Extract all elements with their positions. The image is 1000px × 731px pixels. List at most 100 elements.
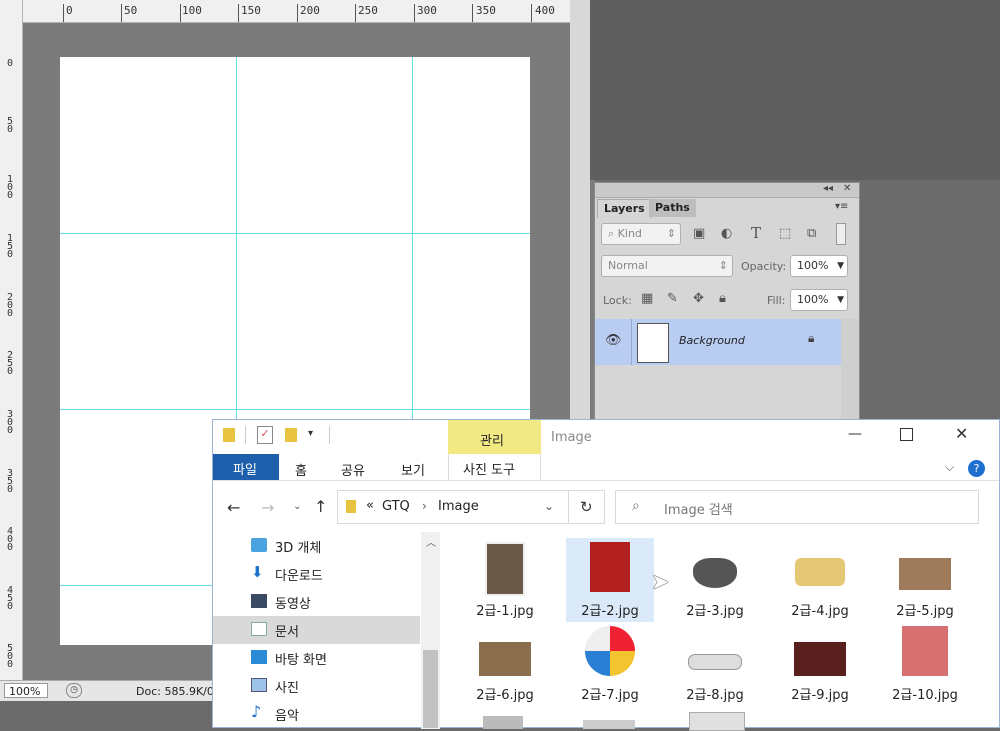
file-item[interactable]: 2급-1.jpg [461,538,549,622]
thumbnail-image [902,626,948,676]
refresh-icon: ↻ [580,498,593,516]
file-item[interactable]: 2급-4.jpg [776,538,864,622]
ruler-label: 50 [124,4,138,17]
filter-toggle[interactable] [836,223,846,245]
address-bar[interactable]: « GTQ › Image ⌄ [337,490,569,524]
maximize-icon[interactable] [900,428,913,441]
search-placeholder: Image 검색 [664,503,733,518]
expand-ribbon-icon[interactable]: ⌵ [945,460,954,475]
tab-view[interactable]: 보기 [401,460,425,479]
new-folder-icon[interactable] [285,428,297,442]
file-item[interactable]: 2급-8.jpg [671,622,759,706]
nav-item-documents[interactable]: 문서 [213,616,420,644]
panel-menu-icon[interactable]: ▾≡ [835,201,848,212]
forward-arrow-icon[interactable]: → [261,498,274,517]
search-box[interactable]: ⌕ Image 검색 [615,490,979,524]
scrollbar-thumb[interactable] [423,650,438,728]
close-icon[interactable]: ✕ [955,424,968,443]
smart-object-filter-icon[interactable]: ⧉ [807,226,816,241]
refresh-button[interactable]: ↻ [569,490,605,524]
thumbnail-image [590,542,630,592]
image-filter-icon[interactable]: ▣ [693,226,705,241]
tab-picture-tools[interactable]: 사진 도구 [448,454,541,480]
fill-input[interactable]: 100% ▼ [790,289,848,311]
breadcrumb-gtq[interactable]: GTQ [382,499,410,514]
help-icon[interactable]: ? [968,460,985,477]
layers-panel: ◂◂ ✕ Layers Paths ▾≡ ⌕ Kind ⇕ ▣ ◐ T ⬚ ⧉ … [594,182,860,424]
minimize-icon[interactable]: — [848,426,862,442]
quick-access-dropdown-icon[interactable]: ▾ [308,428,313,439]
file-item[interactable]: 2급-10.jpg [881,622,969,706]
chevron-down-icon[interactable]: ⌄ [544,499,554,513]
opacity-input[interactable]: 100% ▼ [790,255,848,277]
file-item[interactable]: 2급-3.jpg [671,538,759,622]
collapse-icon[interactable]: ◂◂ [823,183,833,194]
manage-tab[interactable]: 관리 [448,420,541,454]
nav-item-downloads[interactable]: ⬇ 다운로드 [213,560,420,588]
blend-mode-select[interactable]: Normal ⇕ [601,255,733,277]
thumbnail-image [693,558,737,588]
lock-all-icon[interactable]: 🔒︎ [719,291,726,306]
horizontal-ruler[interactable]: 0 50 100 150 200 250 300 350 400 [0,0,570,23]
file-item[interactable]: 2급-6.jpg [461,622,549,706]
close-icon[interactable]: ✕ [843,183,851,194]
lock-pixels-icon[interactable]: ▦ [641,291,653,306]
type-filter-icon[interactable]: T [751,224,761,242]
scroll-up-icon[interactable]: ︿ [426,534,436,549]
ruler-label: 400 [6,526,14,553]
file-item-selected[interactable]: 2급-2.jpg [566,538,654,622]
file-item[interactable]: 2급-5.jpg [881,538,969,622]
ruler-label: 400 [535,4,555,17]
ruler-label: 350 [476,4,496,17]
up-arrow-icon[interactable]: ↑ [314,497,327,516]
nav-item-videos[interactable]: 동영상 [213,588,420,616]
nav-item-desktop[interactable]: 바탕 화면 [213,644,420,672]
nav-item-pictures[interactable]: 사진 [213,672,420,700]
thumbnail-image [688,654,742,670]
ruler-label: 0 [6,58,14,69]
tab-file[interactable]: 파일 [213,454,279,480]
thumbnail-image [479,642,531,676]
window-title: Image [551,430,592,445]
thumbnail-image [794,642,846,676]
guide-line[interactable] [60,409,530,410]
layer-lock-icon: 🔒︎ [808,331,815,345]
nav-item-3d-objects[interactable]: 3D 개체 [213,532,420,560]
doc-info: Doc: 585.9K/0 [136,685,214,698]
breadcrumb-overflow[interactable]: « [366,498,374,513]
shape-filter-icon[interactable]: ⬚ [779,226,791,241]
zoom-field[interactable]: 100% [4,683,48,698]
adjustment-filter-icon[interactable]: ◐ [721,226,732,241]
nav-scrollbar[interactable]: ︿ [421,532,440,729]
ruler-label: 500 [6,643,14,670]
ruler-label: 300 [6,409,14,436]
tab-share[interactable]: 공유 [341,460,365,479]
filter-kind-select[interactable]: ⌕ Kind ⇕ [601,223,681,245]
visibility-eye-icon[interactable]: 👁︎ [605,333,622,348]
tab-paths[interactable]: Paths [649,199,696,217]
status-menu-icon[interactable]: ◷ [66,683,82,698]
nav-item-music[interactable]: ♪ 음악 [213,700,420,728]
tab-layers[interactable]: Layers [597,199,652,218]
properties-icon[interactable]: ✓ [257,426,273,444]
lock-paint-icon[interactable]: ✎ [667,291,678,306]
panel-dock-background [590,0,1000,180]
tab-home[interactable]: 홈 [295,460,307,479]
layers-scrollbar[interactable] [841,319,859,423]
thumbnail-image [485,542,525,596]
vertical-ruler[interactable]: 0 50 100 150 200 250 300 350 400 450 500 [0,0,23,680]
guide-line[interactable] [60,233,530,234]
layer-name[interactable]: Background [679,334,745,347]
thumbnail-image [585,626,635,676]
folder-icon [346,500,356,513]
recent-locations-icon[interactable]: ⌄ [293,501,301,512]
ruler-label: 250 [358,4,378,17]
back-arrow-icon[interactable]: ← [227,498,240,517]
layer-row-background[interactable]: 👁︎ Background 🔒︎ [595,319,841,365]
file-explorer-window: ✓ ▾ 관리 Image — ✕ 파일 홈 공유 보기 사진 도구 ⌵ ? ← … [212,419,1000,731]
file-item[interactable]: 2급-9.jpg [776,622,864,706]
lock-position-icon[interactable]: ✥ [693,291,704,306]
chevron-down-icon: ▼ [837,295,844,305]
breadcrumb-image[interactable]: Image [438,499,479,514]
file-item[interactable]: 2급-7.jpg [566,622,654,706]
